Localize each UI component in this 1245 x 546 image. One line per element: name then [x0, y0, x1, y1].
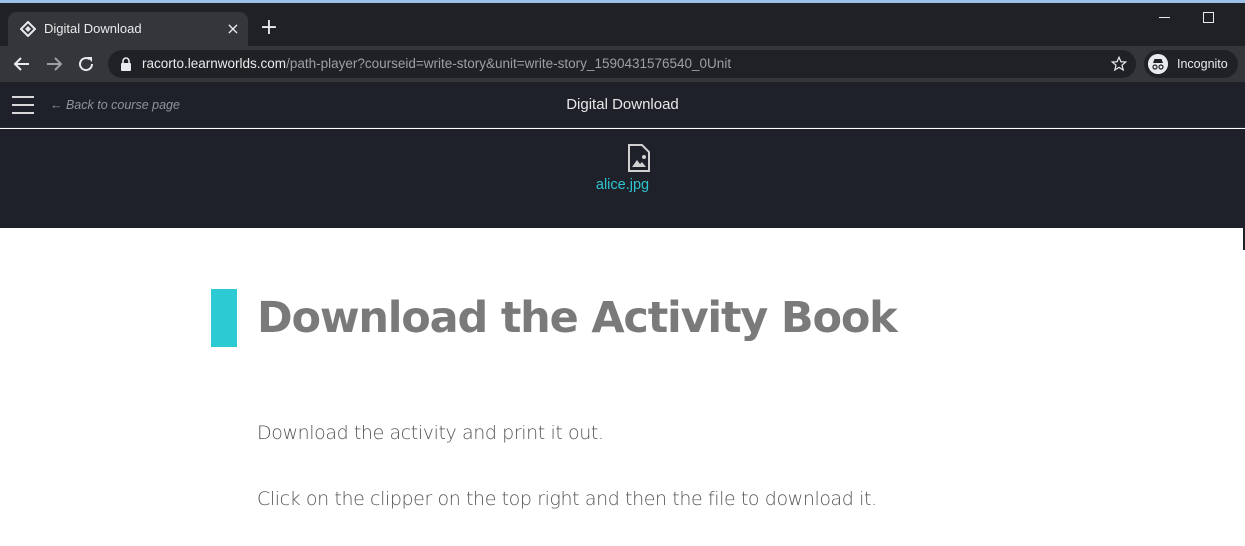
reload-icon[interactable]	[74, 52, 98, 76]
instruction-paragraph: Download the activity and print it out.	[257, 422, 604, 444]
course-player-header: ← Back to course page Digital Download	[0, 82, 1245, 128]
url-host: racorto.learnworlds.com	[142, 56, 287, 71]
url-path: /path-player?courseid=write-story&unit=w…	[286, 56, 732, 71]
tab-title: Digital Download	[44, 21, 142, 36]
new-tab-button[interactable]: +	[258, 17, 280, 39]
learnworlds-logo-icon	[20, 21, 36, 37]
player-title: Digital Download	[566, 96, 679, 113]
url-text: racorto.learnworlds.com/path-player?cour…	[142, 56, 731, 71]
browser-toolbar: racorto.learnworlds.com/path-player?cour…	[0, 46, 1245, 82]
image-file-icon[interactable]	[627, 144, 651, 172]
page-heading: Download the Activity Book	[257, 293, 898, 343]
heading-accent-bar	[211, 289, 237, 347]
back-arrow-icon[interactable]	[10, 52, 34, 76]
forward-arrow-icon[interactable]	[42, 52, 66, 76]
star-icon[interactable]	[1110, 55, 1128, 73]
file-download-link[interactable]: alice.jpg	[0, 177, 1245, 193]
incognito-label: Incognito	[1177, 57, 1228, 71]
incognito-icon	[1148, 54, 1168, 74]
instruction-paragraph: Click on the clipper on the top right an…	[257, 488, 877, 510]
maximize-window-icon[interactable]	[1203, 12, 1214, 23]
lock-icon	[121, 57, 131, 71]
browser-tab[interactable]: Digital Download ×	[8, 12, 248, 46]
address-bar[interactable]: racorto.learnworlds.com/path-player?cour…	[108, 50, 1136, 78]
minimize-window-icon[interactable]	[1158, 8, 1172, 22]
download-panel: alice.jpg	[0, 129, 1245, 228]
tab-close-icon[interactable]: ×	[224, 20, 242, 38]
incognito-badge[interactable]: Incognito	[1144, 50, 1238, 78]
